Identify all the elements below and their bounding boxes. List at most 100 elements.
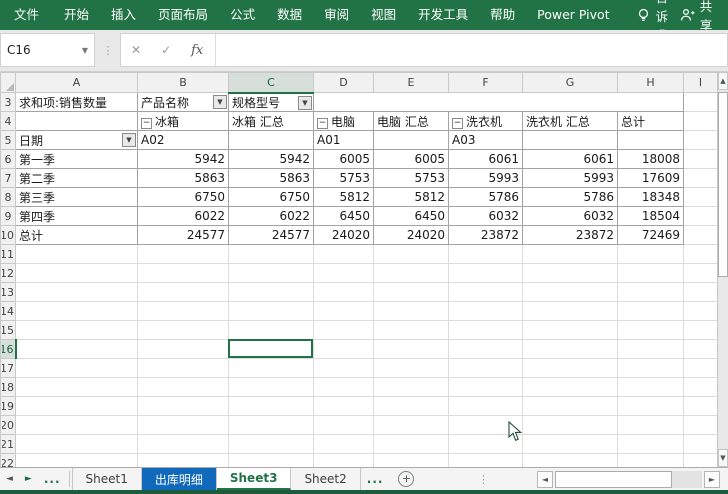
sheet-nav-right-icon[interactable]: ► — [19, 468, 38, 490]
cell[interactable] — [617, 415, 684, 435]
cell[interactable] — [448, 263, 523, 283]
sheet-tab-Sheet1[interactable]: Sheet1 — [71, 468, 142, 490]
collapse-icon[interactable]: − — [452, 117, 463, 129]
column-header-G[interactable]: G — [522, 72, 618, 93]
column-header-I[interactable]: I — [683, 72, 717, 93]
cell[interactable] — [683, 225, 717, 245]
cell[interactable] — [448, 377, 523, 397]
pivot-column-header[interactable]: − 电脑 — [313, 111, 374, 131]
pivot-value-cell[interactable]: 6750 — [137, 187, 229, 207]
pivot-column-header[interactable]: − 洗衣机 — [448, 111, 523, 131]
sheet-tab-Sheet2[interactable]: Sheet2 — [291, 468, 361, 490]
insert-function-icon[interactable]: fx — [181, 43, 213, 58]
cell[interactable] — [137, 396, 229, 416]
cell[interactable] — [228, 320, 314, 340]
row-header-8[interactable]: 8 — [0, 187, 16, 207]
cell[interactable] — [15, 453, 138, 467]
sheet-overflow-right[interactable]: ... — [361, 468, 390, 490]
column-header-F[interactable]: F — [448, 72, 523, 93]
cell[interactable] — [373, 282, 449, 302]
cell[interactable] — [228, 434, 314, 454]
cell[interactable] — [15, 244, 138, 264]
sheet-tab-出库明细[interactable]: 出库明细 — [141, 468, 217, 490]
sheet-overflow-left[interactable]: ... — [38, 468, 67, 490]
cell[interactable] — [313, 377, 374, 397]
row-header-15[interactable]: 15 — [0, 320, 16, 340]
pivot-column-header[interactable]: 电脑 汇总 — [373, 111, 449, 131]
cell[interactable] — [617, 453, 684, 467]
cell[interactable] — [683, 282, 717, 302]
cell[interactable] — [15, 358, 138, 378]
cell[interactable] — [228, 377, 314, 397]
horizontal-scrollbar[interactable] — [555, 470, 702, 488]
pivot-row-label[interactable]: 第二季 — [15, 168, 138, 188]
cell[interactable] — [313, 358, 374, 378]
pivot-value-cell[interactable]: 5993 — [448, 168, 523, 188]
horizontal-scrollbar-thumb[interactable] — [555, 470, 672, 488]
cell[interactable] — [617, 320, 684, 340]
pivot-value-cell[interactable]: 5786 — [448, 187, 523, 207]
cell[interactable] — [522, 358, 618, 378]
pivot-value-cell[interactable]: 5863 — [137, 168, 229, 188]
cell[interactable] — [137, 453, 229, 467]
pivot-value-cell[interactable]: 6022 — [228, 206, 314, 226]
pivot-value-cell[interactable]: 24577 — [137, 225, 229, 245]
cell[interactable] — [15, 320, 138, 340]
cell[interactable] — [522, 453, 618, 467]
column-header-B[interactable]: B — [137, 72, 229, 93]
column-header-C[interactable]: C — [228, 72, 314, 94]
filter-dropdown-icon[interactable]: ▼ — [122, 133, 136, 147]
cell[interactable] — [373, 434, 449, 454]
cell[interactable] — [448, 301, 523, 321]
tab-scrollbar-splitter[interactable]: ⋮ — [474, 468, 493, 490]
cell[interactable] — [683, 149, 717, 169]
cell[interactable] — [448, 320, 523, 340]
pivot-value-cell[interactable]: 72469 — [617, 225, 684, 245]
row-header-17[interactable]: 17 — [0, 358, 16, 378]
cell[interactable] — [15, 282, 138, 302]
pivot-value-cell[interactable]: 5812 — [313, 187, 374, 207]
cell[interactable] — [448, 396, 523, 416]
pivot-column-header[interactable]: 洗衣机 汇总 — [522, 111, 618, 131]
ribbon-tab-视图[interactable]: 视图 — [360, 0, 407, 30]
pivot-value-cell[interactable]: 18008 — [617, 149, 684, 169]
cell[interactable] — [683, 339, 717, 359]
pivot-value-cell[interactable]: 6061 — [522, 149, 618, 169]
pivot-value-cell[interactable]: 24020 — [313, 225, 374, 245]
pivot-value-cell[interactable]: 6005 — [373, 149, 449, 169]
cell[interactable] — [683, 301, 717, 321]
cell[interactable] — [683, 415, 717, 435]
pivot-value-cell[interactable]: 5942 — [228, 149, 314, 169]
cell[interactable] — [137, 320, 229, 340]
pivot-column-header[interactable]: − 冰箱 — [137, 111, 229, 131]
cell[interactable] — [373, 301, 449, 321]
name-box[interactable]: C16 ▼ — [0, 33, 95, 67]
cell[interactable] — [683, 396, 717, 416]
pivot-value-cell[interactable]: 18504 — [617, 206, 684, 226]
cell[interactable] — [448, 358, 523, 378]
pivot-value-cell[interactable]: 6005 — [313, 149, 374, 169]
cell[interactable] — [313, 434, 374, 454]
row-header-21[interactable]: 21 — [0, 434, 16, 454]
pivot-value-cell[interactable]: 6032 — [522, 206, 618, 226]
formula-input[interactable] — [216, 34, 727, 66]
cell[interactable] — [522, 339, 618, 359]
cell[interactable] — [228, 263, 314, 283]
hscroll-left-icon[interactable]: ◄ — [537, 470, 553, 488]
cell[interactable] — [15, 434, 138, 454]
pivot-value-cell[interactable]: 23872 — [522, 225, 618, 245]
pivot-value-cell[interactable]: 6022 — [137, 206, 229, 226]
cell[interactable] — [683, 377, 717, 397]
cell[interactable] — [617, 339, 684, 359]
cell[interactable] — [617, 244, 684, 264]
cell[interactable] — [617, 263, 684, 283]
cell[interactable] — [313, 453, 374, 467]
pivot-value-cell[interactable]: 6450 — [313, 206, 374, 226]
cell[interactable] — [448, 282, 523, 302]
pivot-value-cell[interactable]: 24577 — [228, 225, 314, 245]
scroll-down-icon[interactable]: ▼ — [718, 449, 728, 467]
ribbon-tab-power-pivot[interactable]: Power Pivot — [526, 0, 620, 30]
cell[interactable] — [313, 320, 374, 340]
column-header-A[interactable]: A — [15, 72, 138, 93]
enter-icon[interactable]: ✓ — [151, 43, 181, 57]
